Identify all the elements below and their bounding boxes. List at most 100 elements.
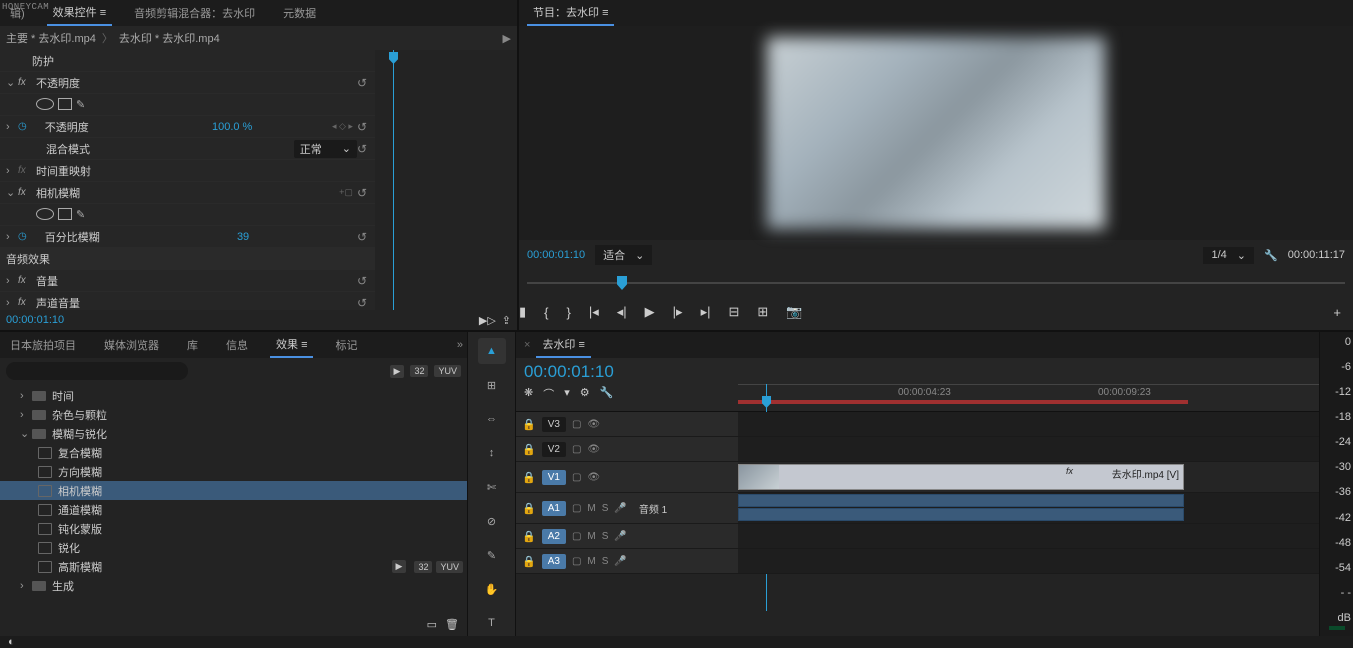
sequence-tab[interactable]: 去水印 ≡ [536, 332, 590, 358]
track-header-a3[interactable]: 🔒A3▢MS🎤 [516, 549, 738, 573]
track-header-v3[interactable]: 🔒 V3 ▢ 👁 [516, 412, 738, 436]
badge-yuv[interactable]: YUV [434, 365, 461, 377]
tree-item-directional-blur[interactable]: 方向模糊 [0, 462, 467, 481]
prop-volume[interactable]: ›fx音量↺ [0, 270, 375, 292]
scrubber-head[interactable] [617, 276, 627, 290]
mute-icon[interactable]: M [587, 556, 595, 567]
go-out-icon[interactable]: ▸| [701, 304, 711, 320]
play-icon[interactable]: ▶ [645, 304, 655, 320]
video-clip[interactable]: fx 去水印.mp4 [V] [738, 464, 1184, 490]
program-tab[interactable]: 节目：去水印 ≡ [527, 0, 614, 26]
rect-mask-icon[interactable] [58, 98, 72, 110]
prop-value[interactable]: 100.0 % [212, 121, 332, 133]
reset-icon[interactable]: ↺ [357, 296, 367, 310]
link-icon[interactable]: ⌒ [543, 386, 554, 402]
snap-icon[interactable]: ❋ [524, 386, 533, 402]
program-timecode[interactable]: 00:00:01:10 [527, 249, 585, 261]
eye-icon[interactable]: 👁 [587, 472, 600, 483]
track-name[interactable]: A1 [542, 501, 566, 516]
audio-meter[interactable]: 0 -6 -12 -18 -24 -30 -36 -42 -48 -54 - -… [1319, 332, 1353, 636]
track-content[interactable] [738, 412, 1319, 436]
lock-icon[interactable]: 🔒 [522, 530, 536, 543]
reset-icon[interactable]: ↺ [357, 274, 367, 288]
step-fwd-icon[interactable]: |▸ [673, 304, 683, 320]
solo-icon[interactable]: S [602, 531, 609, 542]
track-name[interactable]: V1 [542, 470, 566, 485]
mini-playhead-head[interactable] [389, 52, 398, 64]
solo-icon[interactable]: S [602, 503, 609, 514]
mini-playhead[interactable] [393, 50, 394, 310]
badge-32[interactable]: 32 [410, 365, 428, 377]
track-header-v1[interactable]: 🔒V1▢👁 [516, 462, 738, 492]
prop-value[interactable]: 39 [237, 231, 357, 243]
mute-icon[interactable]: M [587, 531, 595, 542]
export-icon[interactable]: ⇪ [502, 314, 511, 327]
track-content[interactable] [738, 437, 1319, 461]
work-area-bar[interactable] [738, 400, 1188, 404]
prop-protect[interactable]: 防护 [0, 50, 375, 72]
zoom-combo[interactable]: 1/4⌄ [1203, 247, 1254, 264]
fx-icon[interactable]: fx [18, 275, 36, 286]
lock-icon[interactable]: 🔒 [522, 471, 536, 484]
overflow-icon[interactable]: » [457, 339, 463, 351]
pen-mask-icon[interactable]: ✎ [76, 208, 85, 221]
track-name[interactable]: V3 [542, 417, 566, 432]
prop-channel-volume[interactable]: ›fx声道音量↺ [0, 292, 375, 310]
reset-icon[interactable]: ↺ [357, 142, 367, 156]
track-name[interactable]: A3 [542, 554, 566, 569]
tab-audio-mixer[interactable]: 音频剪辑混合器：去水印 [128, 1, 261, 25]
solo-icon[interactable]: S [602, 556, 609, 567]
track-content[interactable] [738, 524, 1319, 548]
audio-clip[interactable] [738, 508, 1184, 521]
keyframe-toggle-icon[interactable]: ◷ [18, 231, 27, 242]
out-point-icon[interactable]: } [567, 305, 571, 320]
tree-folder-generate[interactable]: ›生成 [0, 576, 467, 595]
effect-timecode[interactable]: 00:00:01:10 [6, 314, 64, 326]
track-content[interactable] [738, 549, 1319, 573]
toggle-output-icon[interactable]: ▢ [572, 444, 581, 455]
toggle-output-icon[interactable]: ▢ [572, 419, 581, 430]
eye-icon[interactable]: 👁 [587, 419, 600, 430]
timeline-playhead-head[interactable] [762, 396, 771, 408]
type-tool[interactable]: T [478, 610, 506, 636]
panel-menu-icon[interactable]: ≡ [579, 339, 585, 351]
prop-blend-mode[interactable]: 混合模式正常⌄↺ [0, 138, 375, 160]
track-name[interactable]: A2 [542, 529, 566, 544]
hand-tool[interactable]: ✋ [478, 576, 506, 602]
slip-tool[interactable]: ⊘ [478, 508, 506, 534]
delete-icon[interactable]: 🗑 [445, 618, 459, 631]
ellipse-mask-icon[interactable] [36, 208, 54, 220]
tab-info[interactable]: 信息 [220, 333, 254, 357]
step-back-icon[interactable]: ◂| [617, 304, 627, 320]
track-name[interactable]: V2 [542, 442, 566, 457]
selection-tool[interactable]: ▲ [478, 338, 506, 364]
panel-menu-icon[interactable]: ≡ [301, 339, 307, 351]
mic-icon[interactable]: 🎤 [614, 503, 626, 514]
prop-camera-blur[interactable]: ⌄fx相机模糊+▢↺ [0, 182, 375, 204]
lock-icon[interactable]: 🔒 [522, 418, 536, 431]
fx-icon[interactable]: fx [18, 297, 36, 308]
lift-icon[interactable]: ⊟ [728, 304, 739, 320]
close-icon[interactable]: × [524, 339, 530, 351]
effect-mini-timeline[interactable]: :00:00 [375, 50, 517, 310]
ruler-area[interactable]: 00:00:04:23 00:00:09:23 [738, 358, 1319, 411]
tree-folder-blur[interactable]: ⌄模糊与锐化 [0, 424, 467, 443]
track-header-a2[interactable]: 🔒A2▢MS🎤 [516, 524, 738, 548]
tab-effects[interactable]: 效果 ≡ [270, 332, 313, 358]
new-bin-icon[interactable]: ▭ [427, 618, 437, 631]
breadcrumb-main[interactable]: 主要 * 去水印.mp4 [6, 30, 96, 46]
reset-icon[interactable]: ↺ [357, 76, 367, 90]
tab-library[interactable]: 库 [181, 333, 204, 357]
fx-icon[interactable]: fx [18, 187, 36, 198]
track-content[interactable]: fx 去水印.mp4 [V] [738, 462, 1319, 492]
lock-icon[interactable]: 🔒 [522, 502, 536, 515]
program-scrubber[interactable] [527, 270, 1345, 294]
toggle-output-icon[interactable]: ▢ [572, 531, 581, 542]
add-button-icon[interactable]: + [1333, 305, 1341, 320]
tree-item-gaussian-blur[interactable]: 高斯模糊▶32YUV [0, 557, 467, 576]
preview-area[interactable] [519, 26, 1353, 240]
tree-item-channel-blur[interactable]: 通道模糊 [0, 500, 467, 519]
pen-tool[interactable]: ✎ [478, 542, 506, 568]
ellipse-mask-icon[interactable] [36, 98, 54, 110]
tree-folder-noise[interactable]: ›杂色与颗粒 [0, 405, 467, 424]
